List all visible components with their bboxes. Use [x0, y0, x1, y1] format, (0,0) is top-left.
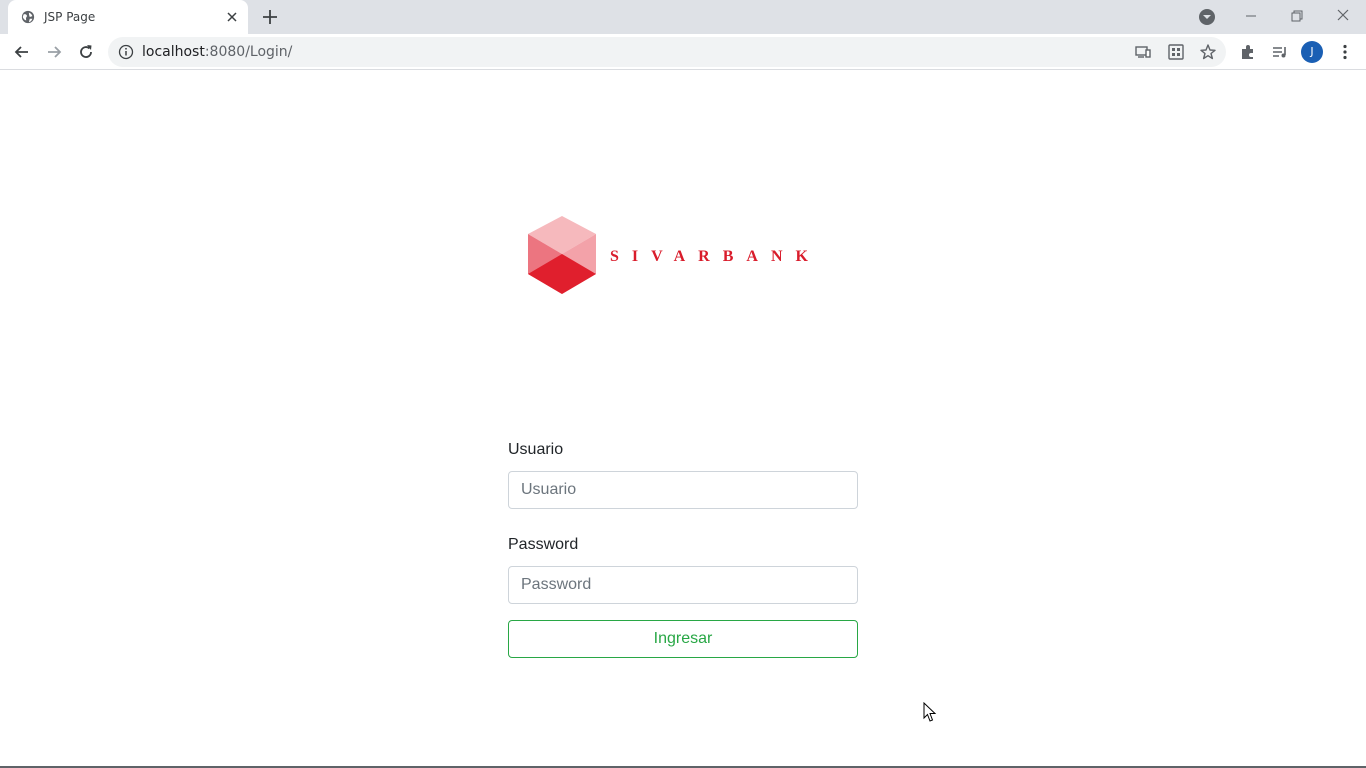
page-content: SIVARBANK Usuario Password Ingresar — [0, 71, 1366, 766]
back-icon[interactable] — [12, 42, 32, 62]
password-input[interactable] — [508, 566, 858, 604]
profile-avatar[interactable]: J — [1301, 41, 1323, 63]
username-label: Usuario — [508, 441, 564, 458]
url-path: :8080/Login/ — [204, 44, 293, 60]
address-bar[interactable]: localhost:8080/Login/ — [108, 37, 1226, 67]
reload-icon[interactable] — [76, 42, 96, 62]
browser-toolbar: localhost:8080/Login/ J — [0, 34, 1366, 70]
cast-icon[interactable] — [1134, 43, 1152, 61]
menu-kebab-icon[interactable] — [1335, 42, 1355, 62]
restore-icon[interactable] — [1286, 5, 1308, 27]
close-window-icon[interactable] — [1332, 5, 1354, 27]
minimize-icon[interactable] — [1240, 5, 1262, 27]
browser-tab[interactable]: JSP Page — [8, 0, 248, 34]
close-tab-icon[interactable] — [224, 9, 240, 25]
login-form: Usuario Password Ingresar — [508, 438, 858, 658]
translate-icon[interactable] — [1167, 43, 1185, 61]
username-input[interactable] — [508, 471, 858, 509]
sivarbank-logo: SIVARBANK — [528, 216, 816, 294]
bookmark-star-icon[interactable] — [1199, 43, 1217, 61]
url-text[interactable]: localhost:8080/Login/ — [142, 44, 292, 60]
media-control-icon[interactable] — [1270, 42, 1290, 62]
forward-icon[interactable] — [44, 42, 64, 62]
browser-tabstrip: JSP Page — [0, 0, 1366, 34]
login-button[interactable]: Ingresar — [508, 620, 858, 658]
password-label: Password — [508, 536, 579, 553]
tab-title: JSP Page — [44, 10, 96, 24]
extensions-icon[interactable] — [1238, 42, 1258, 62]
site-info-icon[interactable] — [118, 44, 134, 60]
mouse-cursor-icon — [923, 702, 937, 722]
logo-wordmark: SIVARBANK — [610, 248, 816, 265]
tab-search-icon[interactable] — [1198, 8, 1216, 26]
url-host: localhost — [142, 44, 205, 60]
globe-icon — [21, 10, 35, 24]
new-tab-icon[interactable] — [260, 7, 280, 27]
